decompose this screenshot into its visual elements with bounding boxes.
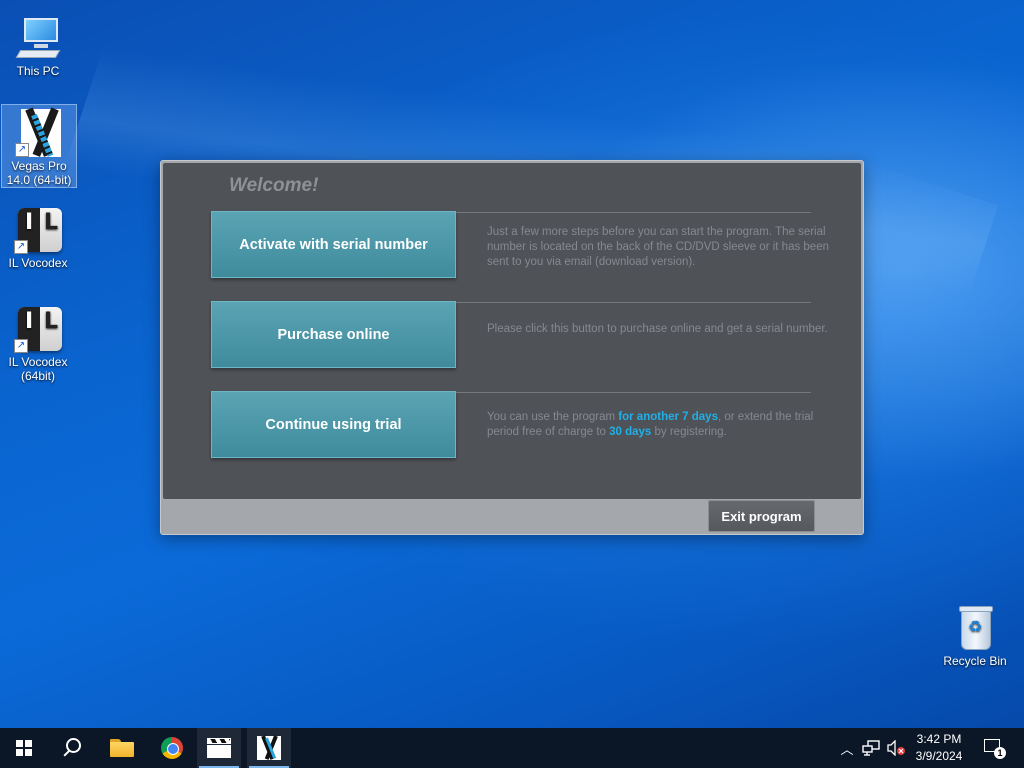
shortcut-arrow-icon: ↗ bbox=[14, 339, 28, 353]
desktop-icon-label: IL Vocodex bbox=[8, 256, 68, 270]
desktop-icon-recycle-bin[interactable]: ♻ Recycle Bin bbox=[937, 600, 1013, 670]
taskbar-chrome[interactable] bbox=[148, 728, 196, 768]
welcome-heading: Welcome! bbox=[229, 175, 319, 196]
notification-count-badge: 1 bbox=[994, 747, 1006, 759]
trial-text: by registering. bbox=[651, 426, 727, 438]
search-icon bbox=[62, 738, 82, 758]
action-center-button[interactable]: 1 bbox=[982, 736, 1006, 760]
show-hidden-icons-button[interactable]: ︿ bbox=[838, 728, 856, 768]
continue-trial-button[interactable]: Continue using trial bbox=[211, 391, 456, 458]
vegas-pro-icon: ↗ bbox=[15, 107, 63, 157]
computer-icon bbox=[14, 14, 62, 62]
desktop-icon-label: IL Vocodex (64bit) bbox=[8, 355, 68, 383]
exit-program-button[interactable]: Exit program bbox=[708, 500, 815, 532]
desktop-icon-il-vocodex-64bit[interactable]: IL ↗ IL Vocodex (64bit) bbox=[0, 301, 76, 387]
chrome-icon bbox=[161, 737, 183, 759]
start-button[interactable] bbox=[0, 728, 48, 768]
activation-dialog: Welcome! Activate with serial number Jus… bbox=[160, 160, 864, 535]
recycle-bin-icon: ♻ bbox=[951, 604, 999, 652]
network-icon bbox=[862, 740, 880, 756]
vegas-pro-icon bbox=[257, 735, 281, 760]
dialog-content-panel: Welcome! Activate with serial number Jus… bbox=[163, 163, 861, 499]
desktop-icon-vegas-pro[interactable]: ↗ Vegas Pro 14.0 (64-bit) bbox=[1, 104, 77, 188]
activate-description: Just a few more steps before you can sta… bbox=[487, 226, 829, 268]
trial-days-remaining: for another 7 days bbox=[618, 411, 718, 423]
desktop-icon-label: This PC bbox=[16, 64, 60, 78]
activate-serial-button[interactable]: Activate with serial number bbox=[211, 211, 456, 278]
start-icon bbox=[16, 740, 32, 756]
taskbar-vegas-pro[interactable] bbox=[247, 728, 291, 768]
clock-date: 3/9/2024 bbox=[915, 749, 963, 763]
network-button[interactable] bbox=[860, 728, 882, 768]
il-vocodex-icon: IL ↗ bbox=[14, 206, 62, 254]
trial-text: You can use the program bbox=[487, 411, 619, 423]
clapperboard-icon bbox=[207, 738, 231, 758]
taskbar: ︿ 3:42 PM 3/9/2024 1 bbox=[0, 728, 1024, 768]
file-explorer-icon bbox=[110, 739, 134, 757]
system-clock[interactable]: 3:42 PM 3/9/2024 bbox=[900, 731, 978, 765]
il-vocodex-icon: IL ↗ bbox=[14, 305, 62, 353]
purchase-description: Please click this button to purchase onl… bbox=[487, 323, 828, 335]
shortcut-arrow-icon: ↗ bbox=[14, 240, 28, 254]
desktop-icon-label: Recycle Bin bbox=[943, 654, 1007, 668]
taskbar-movie-app[interactable] bbox=[197, 728, 241, 768]
chevron-up-icon: ︿ bbox=[840, 741, 854, 757]
desktop-icon-this-pc[interactable]: This PC bbox=[0, 10, 76, 78]
trial-description: You can use the program for another 7 da… bbox=[487, 410, 832, 440]
clock-time: 3:42 PM bbox=[916, 732, 962, 746]
purchase-online-button[interactable]: Purchase online bbox=[211, 301, 456, 368]
trial-extended-days: 30 days bbox=[609, 426, 652, 438]
desktop-icon-label: Vegas Pro 14.0 (64-bit) bbox=[6, 159, 72, 187]
desktop-icon-il-vocodex[interactable]: IL ↗ IL Vocodex bbox=[0, 202, 76, 272]
search-button[interactable] bbox=[48, 728, 96, 768]
shortcut-arrow-icon: ↗ bbox=[15, 143, 29, 157]
taskbar-file-explorer[interactable] bbox=[98, 728, 146, 768]
